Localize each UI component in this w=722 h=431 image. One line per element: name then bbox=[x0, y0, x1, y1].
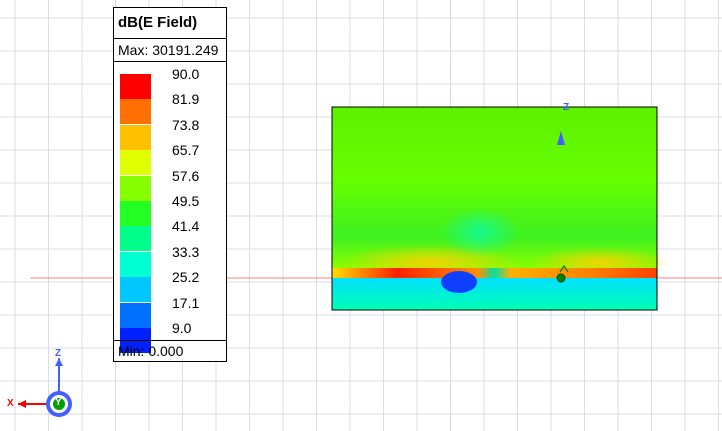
legend-swatch bbox=[120, 124, 151, 150]
triad-x-label: X bbox=[7, 398, 14, 409]
legend-tick-label: 65.7 bbox=[172, 142, 200, 159]
legend-tick-label: 9.0 bbox=[172, 320, 192, 336]
legend-swatch bbox=[120, 74, 151, 99]
legend-tick-label: 25.2 bbox=[172, 269, 200, 286]
legend-tick-label: 41.4 bbox=[172, 218, 200, 235]
field-plot-scene: Z bbox=[0, 0, 722, 431]
color-legend[interactable]: dB(E Field) Max: 30191.249 90.0 81.9 73.8 6… bbox=[113, 7, 227, 362]
field-low-region bbox=[441, 271, 477, 293]
legend-tick-label: 73.8 bbox=[172, 116, 200, 133]
legend-tick-label: 81.9 bbox=[172, 91, 200, 108]
legend-swatch bbox=[120, 201, 151, 226]
legend-scale: 90.0 81.9 73.8 65.7 57.6 49.5 41.4 33.3 25.2 17.1… bbox=[114, 8, 226, 361]
legend-tick-label: 57.6 bbox=[172, 167, 200, 184]
legend-swatch bbox=[120, 277, 151, 303]
triad-y-label: Y bbox=[55, 397, 62, 408]
legend-tick-label: 49.5 bbox=[172, 193, 200, 209]
triad-z-label: Z bbox=[55, 348, 62, 359]
legend-swatch bbox=[120, 99, 151, 125]
legend-tick-label: 33.3 bbox=[172, 243, 200, 260]
field-region-lower bbox=[332, 278, 657, 310]
legend-min-value: Min: 0.000 bbox=[114, 340, 226, 361]
orientation-triad-icon bbox=[18, 358, 72, 417]
legend-swatch bbox=[120, 175, 151, 201]
legend-tick-label: 17.1 bbox=[172, 294, 200, 311]
legend-tick-label: 90.0 bbox=[172, 66, 200, 82]
legend-swatch bbox=[120, 251, 151, 277]
svg-text:Z: Z bbox=[563, 102, 569, 113]
field-cool-region bbox=[440, 207, 520, 257]
field-hot-band bbox=[332, 268, 657, 278]
field-plot-viewport[interactable]: Z Z X Y dB(E Field) Max: 30191.249 90.0 8… bbox=[0, 0, 722, 431]
legend-swatch bbox=[120, 226, 151, 252]
legend-swatch bbox=[120, 302, 151, 328]
field-plot-plane bbox=[331, 106, 670, 311]
legend-swatch bbox=[120, 150, 151, 176]
